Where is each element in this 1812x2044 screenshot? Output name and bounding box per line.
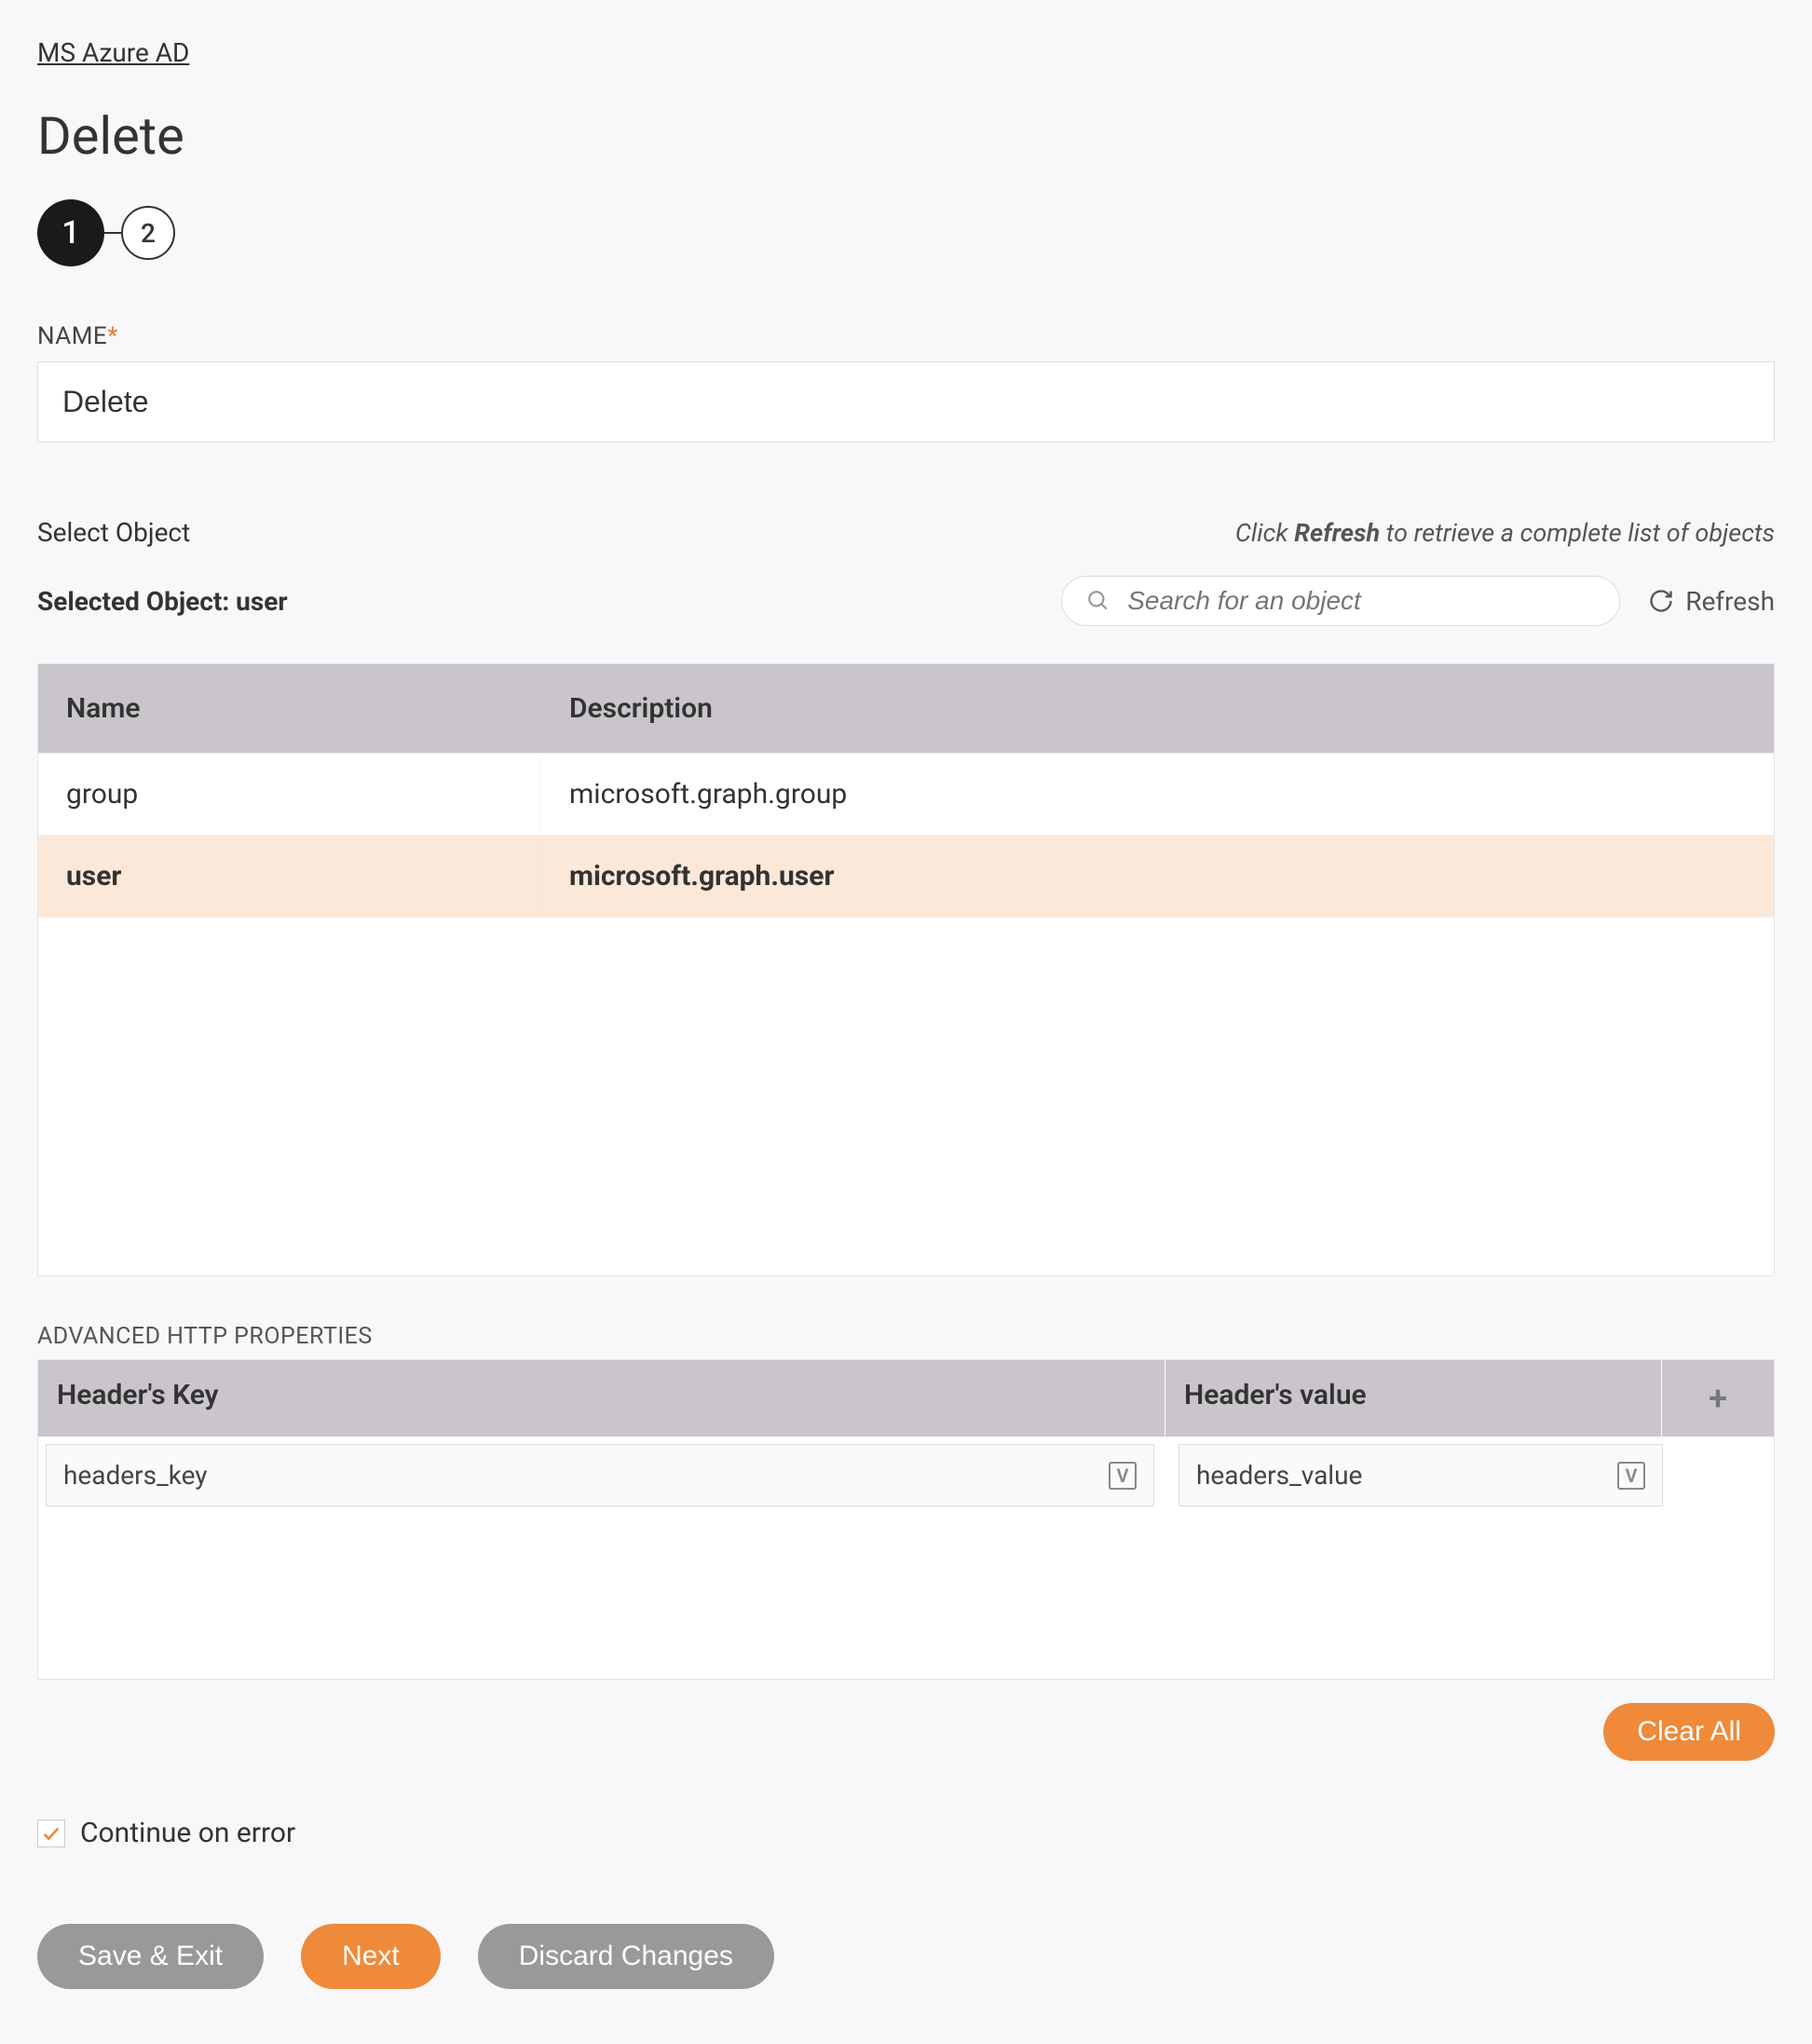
add-header-button[interactable]: + [1662, 1360, 1774, 1437]
table-row[interactable]: group microsoft.graph.group [38, 754, 1774, 836]
continue-on-error-label: Continue on error [80, 1817, 295, 1849]
table-row[interactable]: user microsoft.graph.user [38, 836, 1774, 918]
breadcrumb-link[interactable]: MS Azure AD [37, 37, 189, 68]
discard-button[interactable]: Discard Changes [478, 1924, 774, 1989]
advanced-http-label: ADVANCED HTTP PROPERTIES [37, 1323, 1775, 1350]
name-label: NAME* [37, 322, 1775, 350]
required-star-icon: * [107, 322, 118, 350]
step-2[interactable]: 2 [121, 206, 175, 260]
next-button[interactable]: Next [301, 1924, 441, 1989]
name-input[interactable] [37, 361, 1775, 443]
object-table: Name Description group microsoft.graph.g… [37, 663, 1775, 1276]
search-icon [1086, 589, 1110, 613]
refresh-icon [1648, 588, 1674, 614]
col-header-key: Header's Key [38, 1360, 1165, 1437]
search-input[interactable] [1127, 586, 1595, 616]
save-exit-button[interactable]: Save & Exit [37, 1924, 264, 1989]
variable-icon[interactable]: V [1109, 1462, 1137, 1490]
headers-table: Header's Key Header's value + headers_ke… [37, 1359, 1775, 1680]
select-object-label: Select Object [37, 517, 190, 548]
check-icon [41, 1823, 61, 1844]
step-1[interactable]: 1 [37, 199, 104, 266]
footer-actions: Save & Exit Next Discard Changes [37, 1924, 1775, 1989]
object-table-header: Name Description [38, 664, 1774, 754]
header-value-input[interactable]: headers_value V [1178, 1444, 1663, 1506]
selected-object-label: Selected Object: user [37, 586, 288, 617]
clear-all-button[interactable]: Clear All [1603, 1703, 1775, 1761]
plus-icon: + [1709, 1379, 1727, 1418]
header-key-input[interactable]: headers_key V [46, 1444, 1154, 1506]
col-header-name: Name [38, 664, 541, 753]
row-name: user [38, 836, 541, 917]
page-title: Delete [37, 105, 1775, 167]
refresh-button[interactable]: Refresh [1648, 586, 1775, 617]
headers-row: headers_key V headers_value V [38, 1437, 1774, 1514]
step-connector [104, 232, 121, 234]
row-desc: microsoft.graph.group [541, 754, 1774, 835]
col-header-value: Header's value [1165, 1360, 1662, 1437]
search-input-wrapper[interactable] [1061, 576, 1620, 626]
refresh-hint: Click Refresh to retrieve a complete lis… [1235, 518, 1775, 548]
continue-on-error-checkbox[interactable] [37, 1819, 65, 1847]
wizard-stepper: 1 2 [37, 199, 1775, 266]
row-name: group [38, 754, 541, 835]
variable-icon[interactable]: V [1617, 1462, 1645, 1490]
row-desc: microsoft.graph.user [541, 836, 1774, 917]
col-header-desc: Description [541, 664, 1774, 753]
